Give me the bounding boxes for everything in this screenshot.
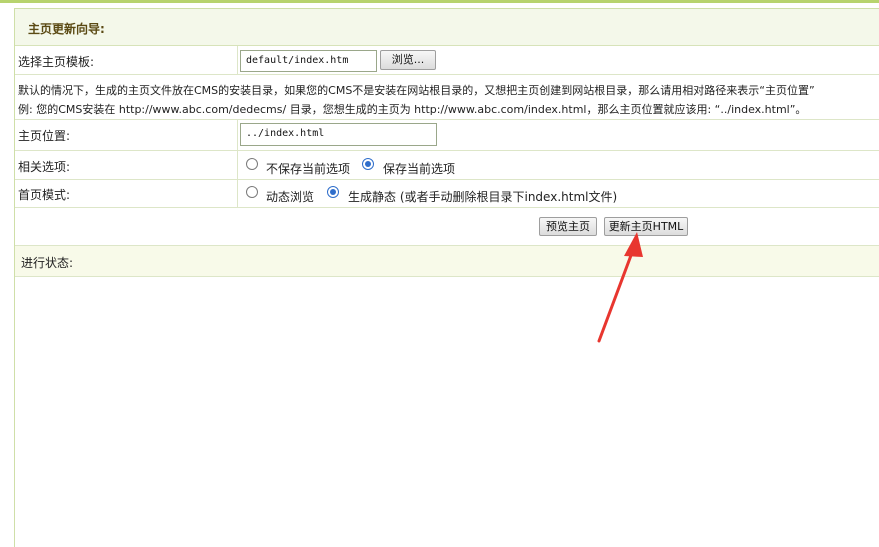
- note-row: 默认的情况下，生成的主页文件放在CMS的安装目录，如果您的CMS不是安装在网站根…: [15, 75, 879, 120]
- save-options-radio[interactable]: [362, 158, 374, 170]
- mode-label: 首页模式:: [18, 188, 71, 202]
- browse-button[interactable]: 浏览...: [380, 50, 436, 70]
- mode-row: 首页模式: 动态浏览 生成静态 (或者手动删除根目录下index.html文件): [15, 180, 879, 208]
- options-label: 相关选项:: [18, 160, 71, 174]
- wizard-title: 主页更新向导:: [28, 22, 105, 36]
- note-line-2: 例: 您的CMS安装在 http://www.abc.com/dedecms/ …: [18, 103, 807, 116]
- preview-homepage-button[interactable]: 预览主页: [539, 217, 597, 236]
- generate-static-label[interactable]: 生成静态 (或者手动删除根目录下index.html文件): [348, 188, 617, 205]
- save-options-label[interactable]: 保存当前选项: [383, 160, 455, 177]
- position-label: 主页位置:: [18, 129, 71, 143]
- status-label: 进行状态:: [21, 256, 74, 270]
- column-divider: [237, 120, 238, 150]
- wizard-title-bar: 主页更新向导:: [15, 9, 879, 46]
- status-bar: 进行状态:: [15, 245, 879, 277]
- page: 主页更新向导: 选择主页模板: default/index.htm 浏览... …: [0, 0, 879, 547]
- position-input[interactable]: ../index.html: [240, 123, 437, 146]
- dont-save-options-label[interactable]: 不保存当前选项: [266, 160, 350, 177]
- update-homepage-html-button[interactable]: 更新主页HTML: [604, 217, 688, 236]
- options-row: 相关选项: 不保存当前选项 保存当前选项: [15, 151, 879, 180]
- note-line-1: 默认的情况下，生成的主页文件放在CMS的安装目录，如果您的CMS不是安装在网站根…: [18, 84, 815, 97]
- column-divider: [237, 46, 238, 74]
- dynamic-browse-radio[interactable]: [246, 186, 258, 198]
- column-divider: [237, 151, 238, 179]
- dynamic-browse-label[interactable]: 动态浏览: [266, 188, 314, 205]
- wizard-panel: 主页更新向导: 选择主页模板: default/index.htm 浏览... …: [14, 8, 879, 547]
- template-row: 选择主页模板: default/index.htm 浏览...: [15, 46, 879, 75]
- column-divider: [237, 180, 238, 207]
- template-input[interactable]: default/index.htm: [240, 50, 377, 72]
- top-accent-strip: [0, 0, 879, 3]
- position-row: 主页位置: ../index.html: [15, 120, 879, 151]
- dont-save-options-radio[interactable]: [246, 158, 258, 170]
- generate-static-radio[interactable]: [327, 186, 339, 198]
- template-label: 选择主页模板:: [18, 55, 95, 69]
